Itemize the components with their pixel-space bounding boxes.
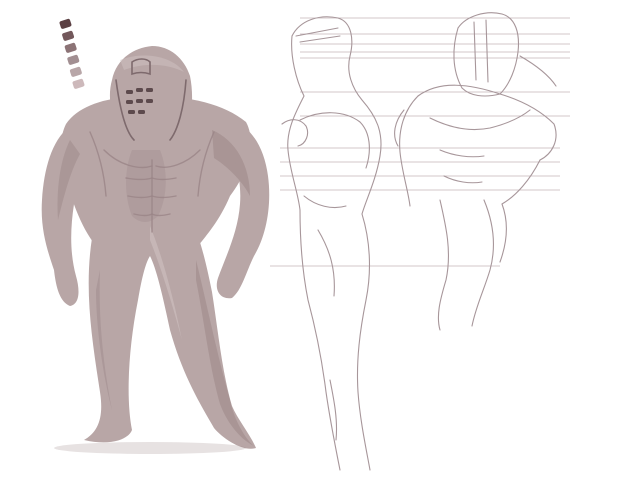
color-swatch [67, 54, 80, 65]
side-view-sketch [281, 16, 382, 471]
color-swatch [64, 42, 77, 53]
color-swatch [69, 66, 82, 77]
color-swatch [62, 30, 75, 41]
color-swatch [59, 18, 72, 29]
painted-creature-figure [41, 46, 270, 454]
proportion-guide-lines [270, 17, 570, 267]
concept-art-canvas [41, 12, 570, 471]
three-quarter-view-sketch [394, 12, 557, 331]
color-swatch [72, 78, 85, 89]
color-swatch-palette [59, 18, 85, 89]
